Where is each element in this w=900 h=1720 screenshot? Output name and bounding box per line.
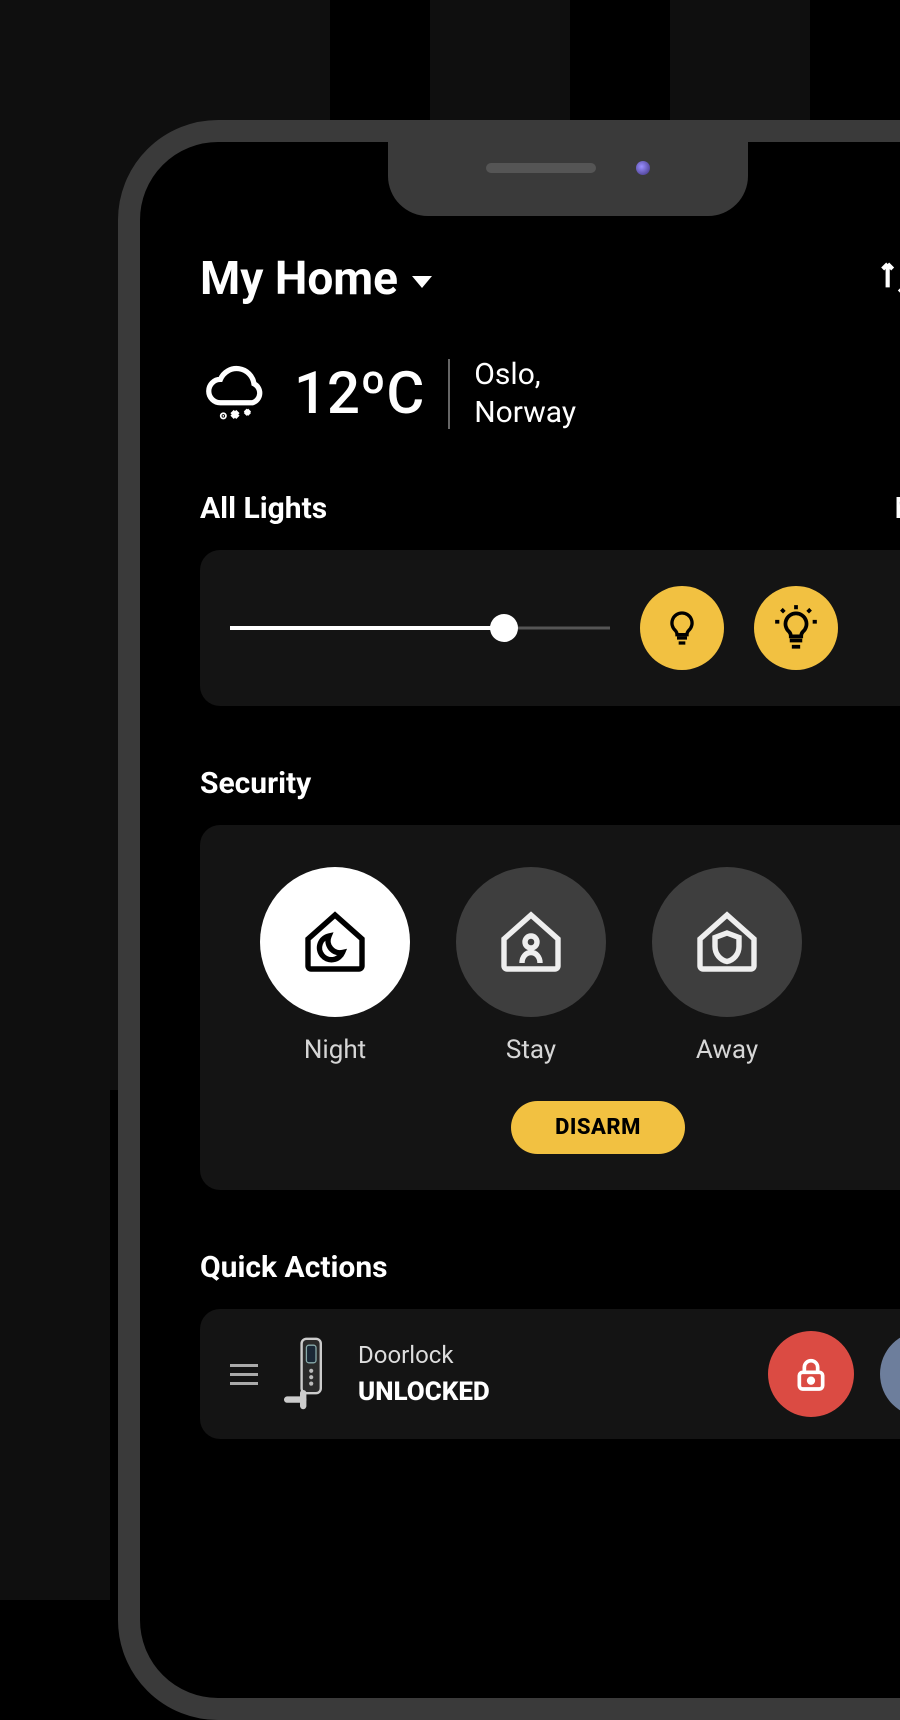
bulb-on-button[interactable] bbox=[754, 586, 838, 670]
security-mode-label: Away bbox=[696, 1035, 758, 1065]
phone-frame: My Home bbox=[118, 120, 900, 1720]
lock-button[interactable] bbox=[768, 1331, 854, 1417]
security-mode-label: Night bbox=[304, 1035, 366, 1065]
security-mode-stay[interactable]: Stay bbox=[456, 867, 606, 1065]
doorlock-name: Doorlock bbox=[358, 1341, 742, 1369]
temperature-value: 12ºC bbox=[294, 360, 424, 428]
more-label: More bbox=[894, 491, 900, 526]
doorlock-icon bbox=[284, 1335, 332, 1413]
unlock-button[interactable] bbox=[880, 1331, 900, 1417]
quick-actions-title: Quick Actions bbox=[200, 1250, 388, 1285]
security-card: Night Stay bbox=[200, 825, 900, 1190]
screen: My Home bbox=[140, 142, 900, 1698]
brightness-slider[interactable] bbox=[230, 626, 610, 630]
phone-notch bbox=[388, 120, 748, 216]
doorlock-card: Doorlock UNLOCKED bbox=[200, 1309, 900, 1439]
weather-row: 12ºC Oslo, Norway bbox=[200, 356, 900, 431]
security-mode-away[interactable]: Away bbox=[652, 867, 802, 1065]
more-link[interactable]: More bbox=[894, 491, 900, 526]
security-mode-night[interactable]: Night bbox=[260, 867, 410, 1065]
lights-card bbox=[200, 550, 900, 706]
sync-icon[interactable] bbox=[876, 259, 900, 299]
divider bbox=[448, 359, 450, 429]
location-label: Oslo, Norway bbox=[474, 356, 576, 431]
security-title: Security bbox=[200, 766, 311, 801]
drag-handle-icon[interactable] bbox=[230, 1364, 258, 1385]
security-mode-label: Stay bbox=[506, 1035, 556, 1065]
doorlock-state: UNLOCKED bbox=[358, 1377, 742, 1407]
disarm-button[interactable]: DISARM bbox=[511, 1101, 685, 1154]
home-selector[interactable]: My Home bbox=[200, 252, 432, 306]
snow-cloud-icon bbox=[200, 359, 270, 429]
all-lights-title: All Lights bbox=[200, 491, 327, 526]
bulb-off-button[interactable] bbox=[640, 586, 724, 670]
home-title: My Home bbox=[200, 252, 398, 306]
chevron-down-icon bbox=[412, 276, 432, 288]
